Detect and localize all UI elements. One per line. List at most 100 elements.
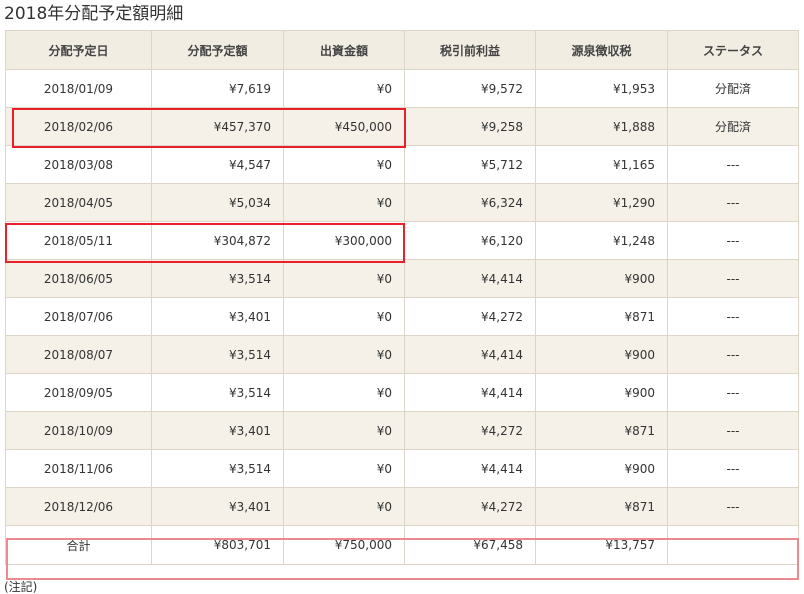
cell-investment-amount: ¥0 (283, 411, 405, 450)
cell-distribution-date: 2018/05/11 (5, 221, 152, 260)
table-row: 2018/03/08 ¥4,547 ¥0 ¥5,712 ¥1,165 --- (5, 145, 799, 184)
cell-distribution-date: 2018/04/05 (5, 183, 152, 222)
header-pretax-profit: 税引前利益 (404, 30, 536, 70)
cell-status: --- (667, 487, 799, 526)
cell-pretax-profit: ¥4,272 (404, 297, 536, 336)
cell-distribution-date: 2018/06/05 (5, 259, 152, 298)
cell-pretax-profit: ¥6,120 (404, 221, 536, 260)
cell-investment-amount: ¥0 (283, 259, 405, 298)
cell-distribution-amount: ¥5,034 (151, 183, 284, 222)
cell-distribution-amount: ¥3,401 (151, 297, 284, 336)
cell-distribution-date: 2018/12/06 (5, 487, 152, 526)
cell-distribution-date: 2018/07/06 (5, 297, 152, 336)
cell-distribution-amount: ¥4,547 (151, 145, 284, 184)
distribution-table-container: 分配予定日 分配予定額 出資金額 税引前利益 源泉徴収税 ステータス 2018/… (5, 30, 799, 565)
cell-distribution-amount: ¥3,514 (151, 259, 284, 298)
cell-pretax-profit: ¥4,414 (404, 335, 536, 374)
cell-distribution-date: 2018/09/05 (5, 373, 152, 412)
header-distribution-amount: 分配予定額 (151, 30, 284, 70)
cell-distribution-amount: ¥3,514 (151, 449, 284, 488)
cell-withholding-tax: ¥1,248 (535, 221, 668, 260)
cell-withholding-tax: ¥871 (535, 411, 668, 450)
cell-investment-amount: ¥0 (283, 69, 405, 108)
total-pretax-profit: ¥67,458 (404, 525, 536, 565)
cell-pretax-profit: ¥4,414 (404, 449, 536, 488)
cell-pretax-profit: ¥9,572 (404, 69, 536, 108)
cell-withholding-tax: ¥871 (535, 297, 668, 336)
page-title: 2018年分配予定額明細 (4, 4, 184, 24)
table-row: 2018/12/06 ¥3,401 ¥0 ¥4,272 ¥871 --- (5, 487, 799, 526)
cell-withholding-tax: ¥1,888 (535, 107, 668, 146)
header-investment-amount: 出資金額 (283, 30, 405, 70)
table-row: 2018/11/06 ¥3,514 ¥0 ¥4,414 ¥900 --- (5, 449, 799, 488)
cell-investment-amount: ¥0 (283, 183, 405, 222)
cell-withholding-tax: ¥1,290 (535, 183, 668, 222)
total-status (667, 525, 799, 565)
cell-status: 分配済 (667, 107, 799, 146)
cell-withholding-tax: ¥900 (535, 449, 668, 488)
table-row: 2018/02/06 ¥457,370 ¥450,000 ¥9,258 ¥1,888 分配… (5, 107, 799, 146)
cell-distribution-date: 2018/10/09 (5, 411, 152, 450)
cell-status: --- (667, 259, 799, 298)
cell-status: --- (667, 183, 799, 222)
cell-investment-amount: ¥0 (283, 297, 405, 336)
cell-withholding-tax: ¥871 (535, 487, 668, 526)
cell-distribution-date: 2018/01/09 (5, 69, 152, 108)
cell-pretax-profit: ¥9,258 (404, 107, 536, 146)
cell-distribution-amount: ¥3,514 (151, 373, 284, 412)
table-header-row: 分配予定日 分配予定額 出資金額 税引前利益 源泉徴収税 ステータス (5, 30, 799, 70)
cell-status: --- (667, 373, 799, 412)
table-row: 2018/10/09 ¥3,401 ¥0 ¥4,272 ¥871 --- (5, 411, 799, 450)
total-investment-amount: ¥750,000 (283, 525, 405, 565)
header-status: ステータス (667, 30, 799, 70)
total-distribution-amount: ¥803,701 (151, 525, 284, 565)
footnote-label: (注記) (4, 580, 38, 594)
table-row: 2018/08/07 ¥3,514 ¥0 ¥4,414 ¥900 --- (5, 335, 799, 374)
cell-status: --- (667, 297, 799, 336)
cell-status: --- (667, 221, 799, 260)
total-row: 合計 ¥803,701 ¥750,000 ¥67,458 ¥13,757 (5, 525, 799, 565)
cell-distribution-date: 2018/11/06 (5, 449, 152, 488)
table-row: 2018/05/11 ¥304,872 ¥300,000 ¥6,120 ¥1,248 --… (5, 221, 799, 260)
cell-distribution-amount: ¥457,370 (151, 107, 284, 146)
cell-distribution-amount: ¥3,514 (151, 335, 284, 374)
distribution-schedule-table: 分配予定日 分配予定額 出資金額 税引前利益 源泉徴収税 ステータス 2018/… (5, 30, 799, 565)
cell-pretax-profit: ¥5,712 (404, 145, 536, 184)
cell-pretax-profit: ¥4,414 (404, 373, 536, 412)
cell-investment-amount: ¥0 (283, 335, 405, 374)
table-row: 2018/01/09 ¥7,619 ¥0 ¥9,572 ¥1,953 分配済 (5, 69, 799, 108)
cell-distribution-amount: ¥3,401 (151, 411, 284, 450)
cell-pretax-profit: ¥4,414 (404, 259, 536, 298)
cell-withholding-tax: ¥1,165 (535, 145, 668, 184)
total-withholding-tax: ¥13,757 (535, 525, 668, 565)
total-label: 合計 (5, 525, 152, 565)
table-row: 2018/06/05 ¥3,514 ¥0 ¥4,414 ¥900 --- (5, 259, 799, 298)
cell-investment-amount: ¥0 (283, 449, 405, 488)
cell-pretax-profit: ¥4,272 (404, 487, 536, 526)
cell-withholding-tax: ¥900 (535, 259, 668, 298)
cell-distribution-date: 2018/02/06 (5, 107, 152, 146)
cell-distribution-amount: ¥304,872 (151, 221, 284, 260)
header-withholding-tax: 源泉徴収税 (535, 30, 668, 70)
cell-status: --- (667, 449, 799, 488)
cell-withholding-tax: ¥1,953 (535, 69, 668, 108)
table-row: 2018/09/05 ¥3,514 ¥0 ¥4,414 ¥900 --- (5, 373, 799, 412)
cell-distribution-date: 2018/08/07 (5, 335, 152, 374)
cell-pretax-profit: ¥6,324 (404, 183, 536, 222)
cell-investment-amount: ¥0 (283, 145, 405, 184)
cell-investment-amount: ¥450,000 (283, 107, 405, 146)
cell-withholding-tax: ¥900 (535, 373, 668, 412)
cell-status: --- (667, 335, 799, 374)
cell-distribution-amount: ¥7,619 (151, 69, 284, 108)
table-row: 2018/07/06 ¥3,401 ¥0 ¥4,272 ¥871 --- (5, 297, 799, 336)
cell-withholding-tax: ¥900 (535, 335, 668, 374)
header-distribution-date: 分配予定日 (5, 30, 152, 70)
cell-status: --- (667, 145, 799, 184)
cell-status: 分配済 (667, 69, 799, 108)
cell-pretax-profit: ¥4,272 (404, 411, 536, 450)
cell-investment-amount: ¥0 (283, 487, 405, 526)
cell-investment-amount: ¥0 (283, 373, 405, 412)
cell-investment-amount: ¥300,000 (283, 221, 405, 260)
cell-distribution-amount: ¥3,401 (151, 487, 284, 526)
table-row: 2018/04/05 ¥5,034 ¥0 ¥6,324 ¥1,290 --- (5, 183, 799, 222)
